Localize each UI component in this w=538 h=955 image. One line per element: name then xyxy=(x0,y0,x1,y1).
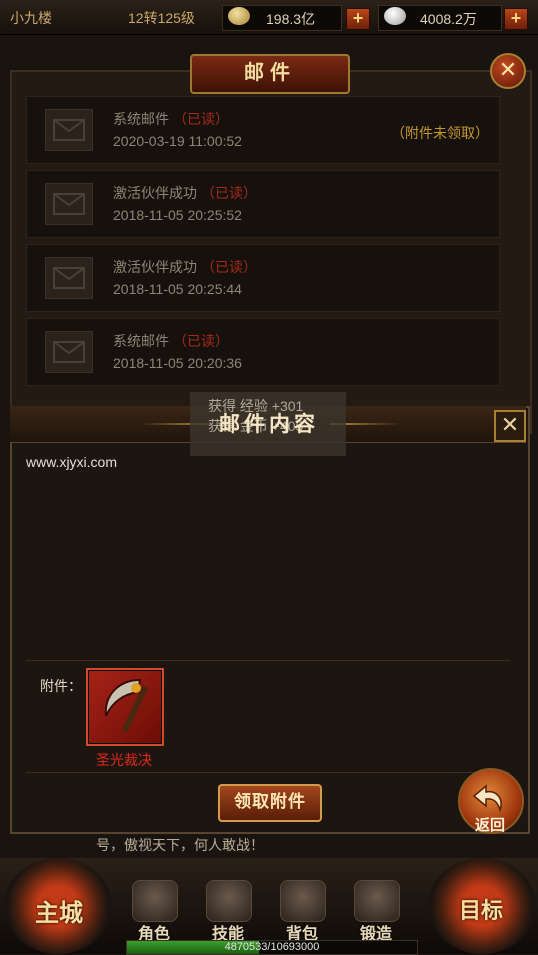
mail-item[interactable]: 系统邮件 （已读） 2020-03-19 11:00:52 （附件未领取） xyxy=(26,96,500,164)
mail-panel-title: 邮件 xyxy=(244,62,296,84)
divider xyxy=(26,772,510,773)
envelope-icon xyxy=(45,183,93,225)
top-status-bar: 小九楼 12转125级 198.3亿 + 4008.2万 + xyxy=(0,0,538,35)
exp-bar: 4870533/10693000 xyxy=(126,940,418,955)
mail-attachment-status: （附件未领取） xyxy=(391,125,489,141)
back-button-label: 返回 xyxy=(474,817,505,834)
envelope-icon xyxy=(45,331,93,373)
mail-read-status: （已读） xyxy=(201,185,257,201)
mail-subject: 系统邮件 xyxy=(113,111,169,127)
attachment-item-name: 圣光裁决 xyxy=(96,752,152,768)
player-level: 12转125级 xyxy=(128,10,195,26)
mail-date: 2020-03-19 11:00:52 xyxy=(113,133,242,149)
main-city-label: 主城 xyxy=(35,900,83,927)
claim-attachment-button[interactable]: 领取附件 xyxy=(218,784,322,822)
mail-date: 2018-11-05 20:25:52 xyxy=(113,207,242,223)
scythe-weapon-icon xyxy=(104,678,149,733)
nav-skills-button[interactable]: 技能 xyxy=(196,878,260,943)
ingot-value: 4008.2万 xyxy=(420,11,477,27)
mail-date: 2018-11-05 20:20:36 xyxy=(113,355,242,371)
exp-text: 4870533/10693000 xyxy=(224,941,320,953)
divider xyxy=(26,660,510,661)
nav-bag-button[interactable]: 背包 xyxy=(270,878,334,943)
mail-read-status: （已读） xyxy=(201,259,257,275)
chat-message: 号，傲视天下，何人敢战！ xyxy=(96,837,264,853)
ingot-icon xyxy=(384,7,406,25)
character-icon xyxy=(132,880,178,922)
mail-read-status: （已读） xyxy=(173,111,229,127)
mail-item[interactable]: 系统邮件 （已读） 2018-11-05 20:20:36 xyxy=(26,318,500,386)
gold-coin-icon xyxy=(228,7,250,25)
mail-item[interactable]: 激活伙伴成功 （已读） 2018-11-05 20:25:44 xyxy=(26,244,500,312)
mail-date: 2018-11-05 20:25:44 xyxy=(113,281,242,297)
add-ingot-button[interactable]: + xyxy=(504,8,528,30)
mail-item[interactable]: 激活伙伴成功 （已读） 2018-11-05 20:25:52 xyxy=(26,170,500,238)
skills-icon xyxy=(206,880,252,922)
attachment-label: 附件： xyxy=(40,678,82,694)
forge-icon xyxy=(354,880,400,922)
mail-title-plate: 邮件 xyxy=(190,54,350,94)
mail-subject: 激活伙伴成功 xyxy=(113,259,197,275)
gold-value: 198.3亿 xyxy=(266,11,316,27)
mail-read-status: （已读） xyxy=(173,333,229,349)
mail-content-title: 邮件内容 xyxy=(219,413,319,436)
bag-icon xyxy=(280,880,326,922)
mail-subject: 激活伙伴成功 xyxy=(113,185,197,201)
add-gold-button[interactable]: + xyxy=(346,8,370,30)
mail-content-body: www.xjyxi.com xyxy=(26,454,118,470)
attachment-item-slot[interactable] xyxy=(86,668,164,746)
mail-close-button[interactable]: ✕ xyxy=(490,53,526,89)
nav-forge-button[interactable]: 锻造 xyxy=(344,878,408,943)
envelope-icon xyxy=(45,257,93,299)
player-name: 小九楼 xyxy=(10,10,52,26)
mail-subject: 系统邮件 xyxy=(113,333,169,349)
envelope-icon xyxy=(45,109,93,151)
nav-character-button[interactable]: 角色 xyxy=(122,878,186,943)
target-label: 目标 xyxy=(458,898,503,923)
